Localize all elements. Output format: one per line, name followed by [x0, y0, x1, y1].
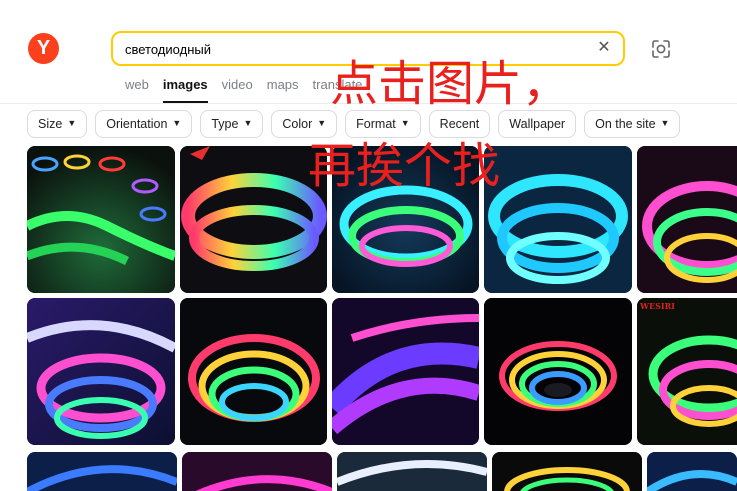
- image-result[interactable]: [27, 146, 175, 293]
- image-row: WESIRI: [27, 298, 737, 445]
- image-result[interactable]: [492, 452, 642, 491]
- chevron-down-icon: ▼: [67, 118, 77, 128]
- filter-size[interactable]: Size ▼: [27, 110, 88, 138]
- filter-recent[interactable]: Recent: [428, 110, 491, 138]
- image-result[interactable]: [332, 298, 479, 445]
- tab-video[interactable]: video: [222, 77, 253, 99]
- image-result[interactable]: [180, 298, 327, 445]
- tab-maps[interactable]: maps: [267, 77, 299, 99]
- filter-bar: Size ▼ Orientation ▼ Type ▼ Color ▼ Format ▼ …: [27, 110, 681, 138]
- image-result[interactable]: [637, 146, 737, 293]
- tab-translate[interactable]: translate: [313, 77, 363, 99]
- image-result[interactable]: [27, 298, 175, 445]
- header: Y ✕ web images video maps translate Size…: [0, 0, 737, 145]
- image-row: [27, 452, 737, 491]
- image-result[interactable]: [182, 452, 332, 491]
- filter-wallpaper[interactable]: Wallpaper: [498, 110, 577, 138]
- chevron-down-icon: ▼: [660, 118, 670, 128]
- image-result[interactable]: [484, 298, 632, 445]
- image-result[interactable]: [180, 146, 327, 293]
- search-input[interactable]: [125, 40, 585, 58]
- yandex-logo[interactable]: Y: [28, 33, 59, 64]
- filter-format[interactable]: Format ▼: [345, 110, 421, 138]
- logo-letter: Y: [36, 37, 51, 59]
- image-result[interactable]: [484, 146, 632, 293]
- chevron-down-icon: ▼: [243, 118, 253, 128]
- tab-web[interactable]: web: [125, 77, 149, 99]
- chevron-down-icon: ▼: [317, 118, 327, 128]
- search-tabs: web images video maps translate: [125, 77, 363, 103]
- chevron-down-icon: ▼: [400, 118, 410, 128]
- filter-on-the-site[interactable]: On the site ▼: [584, 110, 681, 138]
- filter-label: On the site: [595, 117, 656, 131]
- close-icon[interactable]: ✕: [594, 38, 614, 58]
- filter-orientation[interactable]: Orientation ▼: [95, 110, 193, 138]
- search-box[interactable]: ✕: [111, 31, 625, 66]
- filter-label: Type: [211, 117, 239, 131]
- filter-label: Orientation: [106, 117, 168, 131]
- image-result[interactable]: [27, 452, 177, 491]
- image-result[interactable]: [332, 146, 479, 293]
- chevron-down-icon: ▼: [172, 118, 182, 128]
- image-result[interactable]: [337, 452, 487, 491]
- divider: [0, 103, 737, 104]
- filter-label: Recent: [439, 117, 480, 131]
- image-result[interactable]: WESIRI: [637, 298, 737, 445]
- filter-label: Color: [282, 117, 313, 131]
- tab-images[interactable]: images: [162, 77, 208, 103]
- image-result[interactable]: [647, 452, 737, 491]
- image-row: [27, 146, 737, 293]
- filter-label: Size: [38, 117, 63, 131]
- image-grid: WESIRI: [27, 146, 737, 491]
- filter-label: Format: [356, 117, 396, 131]
- filter-type[interactable]: Type ▼: [200, 110, 264, 138]
- camera-lens-icon[interactable]: [650, 38, 672, 60]
- brand-badge: WESIRI: [640, 301, 675, 311]
- filter-label: Wallpaper: [509, 117, 566, 131]
- filter-color[interactable]: Color ▼: [271, 110, 338, 138]
